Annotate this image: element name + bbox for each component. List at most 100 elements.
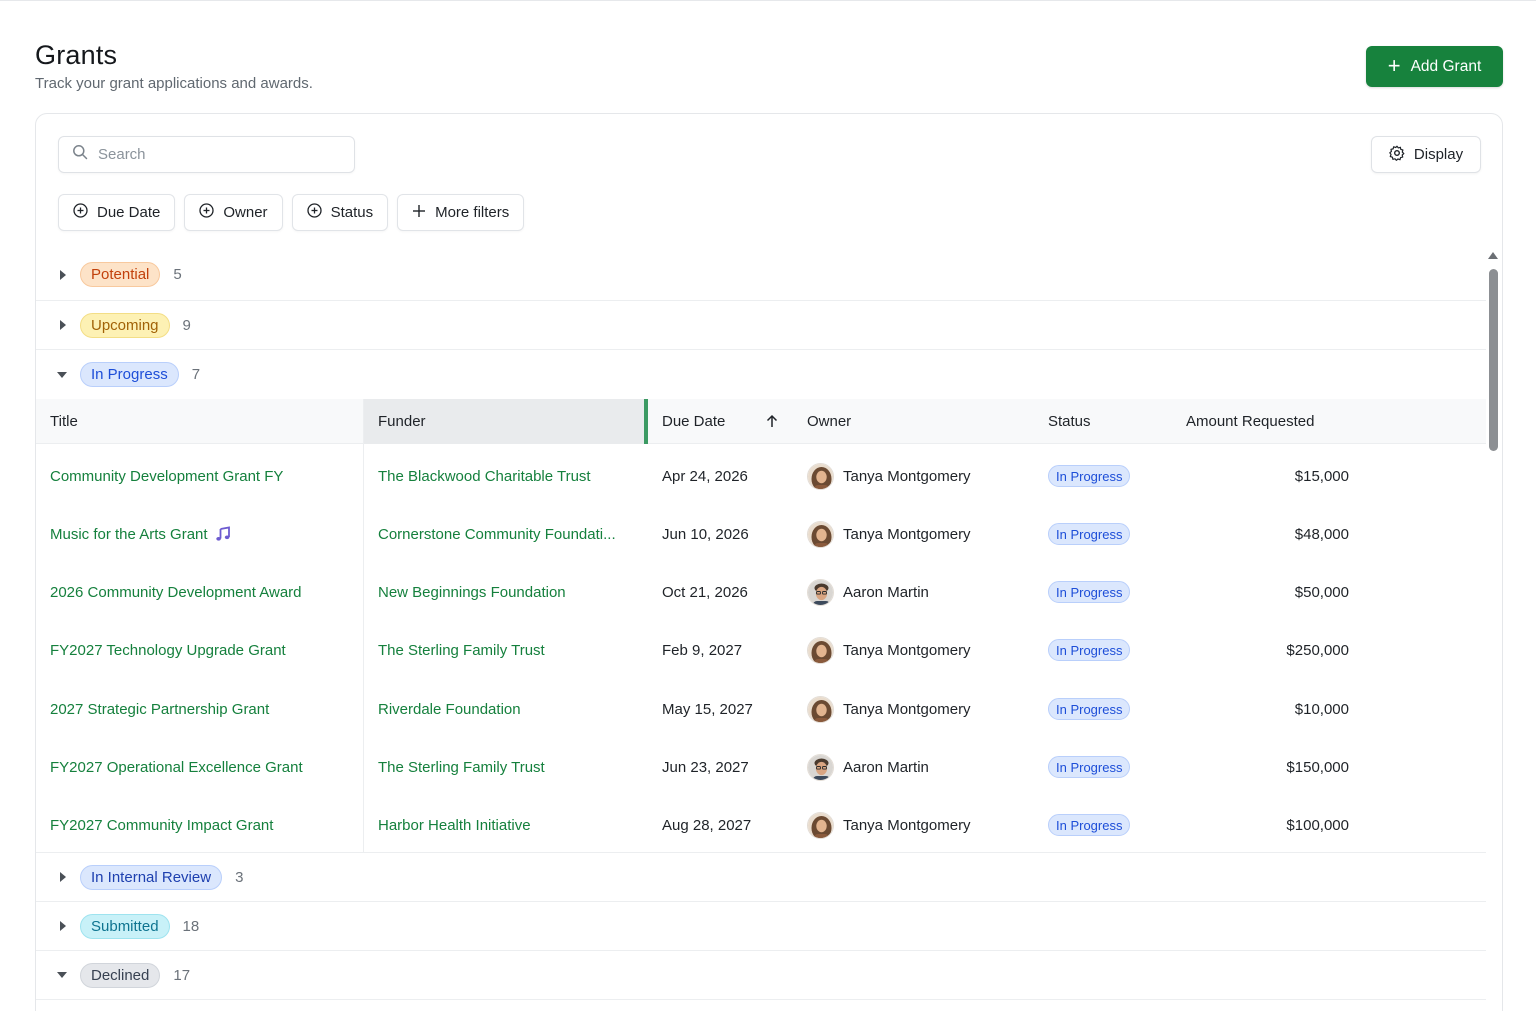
funder-link[interactable]: Riverdale Foundation <box>378 680 648 738</box>
owner-cell[interactable]: Tanya Montgomery <box>807 447 1037 505</box>
add-grant-button[interactable]: + Add Grant <box>1366 46 1503 87</box>
caret-down-icon[interactable] <box>57 371 67 378</box>
avatar <box>807 753 834 781</box>
display-button[interactable]: Display <box>1371 136 1481 173</box>
filter-bar: Due Date Owner Status More filters <box>58 194 525 231</box>
funder-link[interactable]: The Sterling Family Trust <box>378 738 648 796</box>
plus-icon: + <box>1387 52 1401 78</box>
amount-cell: $150,000 <box>1286 758 1349 776</box>
grant-title-text: Community Development Grant FY <box>50 467 284 485</box>
filter-label: More filters <box>435 204 510 221</box>
owner-cell[interactable]: Tanya Montgomery <box>807 796 1037 854</box>
filter-due-date[interactable]: Due Date <box>58 194 176 231</box>
column-header-title[interactable]: Title <box>50 399 360 444</box>
arrow-up-icon[interactable] <box>766 414 778 432</box>
column-header-due-date[interactable]: Due Date <box>662 399 782 444</box>
status-badge: In Progress <box>1048 756 1131 778</box>
grant-title-link[interactable]: FY2027 Community Impact Grant <box>50 796 360 854</box>
owner-cell[interactable]: Tanya Montgomery <box>807 680 1037 738</box>
caret-right-icon[interactable] <box>60 921 66 931</box>
filter-owner[interactable]: Owner <box>184 194 283 231</box>
grant-title-text: FY2027 Community Impact Grant <box>50 816 274 834</box>
scrollbar-thumb[interactable] <box>1489 269 1498 451</box>
status-cell[interactable]: In Progress <box>1048 447 1168 505</box>
group-count: 18 <box>182 917 200 935</box>
status-cell[interactable]: In Progress <box>1048 738 1168 796</box>
top-divider <box>0 0 1536 1</box>
owner-cell[interactable]: Tanya Montgomery <box>807 621 1037 679</box>
owner-cell[interactable]: Aaron Martin <box>807 738 1037 796</box>
group-upcoming[interactable]: Upcoming 9 <box>36 301 1486 350</box>
table-row[interactable]: FY2027 Community Impact Grant Harbor Heal… <box>36 796 1486 854</box>
amount-cell: $50,000 <box>1294 583 1349 601</box>
avatar <box>807 636 834 664</box>
page-title: Grants <box>35 40 118 70</box>
funder-link[interactable]: Harbor Health Initiative <box>378 796 648 854</box>
scroll-up-arrow-icon[interactable] <box>1488 252 1498 259</box>
amount-cell: $10,000 <box>1294 700 1349 718</box>
group-potential[interactable]: Potential 5 <box>36 249 1486 301</box>
table-row[interactable]: 2026 Community Development Award New Begi… <box>36 563 1486 621</box>
status-badge: In Progress <box>1048 465 1131 487</box>
caret-right-icon[interactable] <box>60 269 66 280</box>
caret-right-icon[interactable] <box>60 320 66 330</box>
group-submitted[interactable]: Submitted 18 <box>36 902 1486 951</box>
status-cell[interactable]: In Progress <box>1048 680 1168 738</box>
group-count: 3 <box>235 868 244 886</box>
owner-cell[interactable]: Tanya Montgomery <box>807 505 1037 563</box>
grant-title-link[interactable]: 2027 Strategic Partnership Grant <box>50 680 360 738</box>
owner-name: Tanya Montgomery <box>843 467 971 485</box>
grant-title-link[interactable]: FY2027 Operational Excellence Grant <box>50 738 360 796</box>
due-date-cell: Jun 23, 2027 <box>662 758 749 776</box>
filter-more[interactable]: More filters <box>397 194 525 231</box>
table-row[interactable]: 2027 Strategic Partnership Grant Riverdal… <box>36 680 1486 738</box>
caret-down-icon[interactable] <box>57 972 67 978</box>
plus-circle-icon <box>199 203 215 222</box>
group-in-internal-review[interactable]: In Internal Review 3 <box>36 852 1486 902</box>
funder-link[interactable]: The Blackwood Charitable Trust <box>378 447 648 505</box>
grant-title-text: FY2027 Operational Excellence Grant <box>50 758 303 776</box>
owner-name: Tanya Montgomery <box>843 816 971 834</box>
grant-title-link[interactable]: Music for the Arts Grant <box>50 505 360 563</box>
column-header-amount[interactable]: Amount Requested <box>1186 399 1386 444</box>
grant-title-link[interactable]: 2026 Community Development Award <box>50 563 360 621</box>
table-row[interactable]: Community Development Grant FY The Blackw… <box>36 447 1486 505</box>
plus-circle-icon <box>306 203 322 222</box>
status-badge: In Progress <box>1048 581 1131 603</box>
table-row[interactable]: FY2027 Operational Excellence Grant The S… <box>36 738 1486 796</box>
group-declined[interactable]: Declined 17 <box>36 951 1486 1000</box>
table-row[interactable]: FY2027 Technology Upgrade Grant The Sterl… <box>36 621 1486 679</box>
status-cell[interactable]: In Progress <box>1048 505 1168 563</box>
funder-link[interactable]: New Beginnings Foundation <box>378 563 648 621</box>
amount-cell: $250,000 <box>1286 641 1349 659</box>
owner-cell[interactable]: Aaron Martin <box>807 563 1037 621</box>
status-cell[interactable]: In Progress <box>1048 621 1168 679</box>
owner-name: Aaron Martin <box>843 583 929 601</box>
group-pill: Potential <box>80 262 161 287</box>
owner-name: Tanya Montgomery <box>843 700 971 718</box>
table-row[interactable]: Music for the Arts Grant Cornerstone Comm… <box>36 505 1486 563</box>
caret-right-icon[interactable] <box>60 872 66 882</box>
grant-title-link[interactable]: Community Development Grant FY <box>50 447 360 505</box>
add-grant-label: Add Grant <box>1410 57 1482 75</box>
column-header-funder-label: Funder <box>378 413 426 430</box>
grant-title-text: 2026 Community Development Award <box>50 583 302 601</box>
group-in-progress[interactable]: In Progress 7 <box>36 350 1486 399</box>
funder-link[interactable]: Cornerstone Community Foundati... <box>378 505 648 563</box>
column-header-status[interactable]: Status <box>1048 399 1168 444</box>
status-cell[interactable]: In Progress <box>1048 563 1168 621</box>
avatar <box>807 578 834 606</box>
grant-title-link[interactable]: FY2027 Technology Upgrade Grant <box>50 621 360 679</box>
funder-link[interactable]: The Sterling Family Trust <box>378 621 648 679</box>
status-cell[interactable]: In Progress <box>1048 796 1168 854</box>
grants-card: Display Due Date Owner Status More filte… <box>35 113 1503 1011</box>
owner-name: Tanya Montgomery <box>843 525 971 543</box>
search-input[interactable] <box>98 146 338 163</box>
column-header-funder[interactable]: Funder <box>364 399 648 444</box>
group-count: 17 <box>173 966 191 984</box>
grant-title-text: 2027 Strategic Partnership Grant <box>50 700 270 718</box>
filter-status[interactable]: Status <box>291 194 389 231</box>
search-box[interactable] <box>58 136 355 173</box>
column-header-owner[interactable]: Owner <box>807 399 1007 444</box>
status-badge: In Progress <box>1048 698 1131 720</box>
